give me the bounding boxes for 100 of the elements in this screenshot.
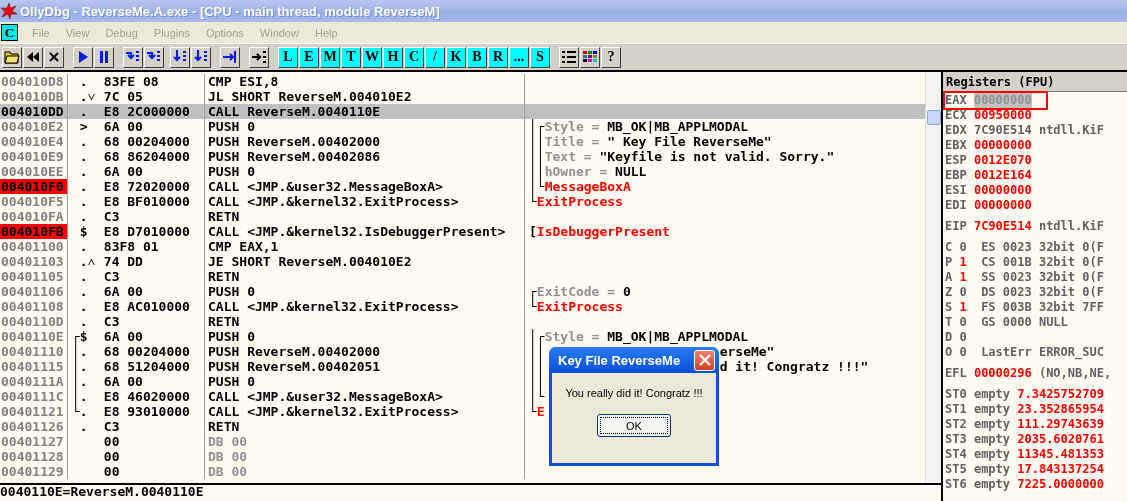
pause-button[interactable]: [94, 46, 114, 68]
flag-value[interactable]: 0: [959, 315, 967, 330]
flag-value[interactable]: 0: [959, 285, 967, 300]
selected-row[interactable]: 004010DD . E8 2C000000 CALL ReverseM.0040110E: [0, 104, 925, 119]
jump-mark: .˅: [79, 89, 96, 104]
register-name: ST0: [945, 387, 967, 402]
register-value[interactable]: 0012E070: [973, 153, 1032, 168]
restart-button[interactable]: [23, 46, 43, 68]
arrow-bar-icon: [222, 50, 238, 64]
hex-cell: 68 00204000: [103, 134, 190, 149]
param-value: MB_OK|MB_APPLMODAL: [607, 119, 749, 134]
param-label: ExitCode =: [536, 284, 616, 299]
letter-button[interactable]: H: [383, 46, 403, 68]
jump-mark: .: [79, 149, 88, 164]
instruction-cell: CMP EAX,1: [208, 239, 279, 254]
register-value[interactable]: 00000000: [973, 183, 1032, 198]
register-value[interactable]: 00000296: [973, 366, 1032, 381]
trace-button[interactable]: [191, 46, 211, 68]
hex-cell: 83FE 08: [103, 74, 159, 89]
list-button[interactable]: [559, 46, 579, 68]
return-button[interactable]: [220, 46, 240, 68]
color-grid-button[interactable]: [580, 46, 600, 68]
flag-value[interactable]: 1: [959, 300, 967, 315]
flag-name: S: [945, 300, 953, 315]
letter-button[interactable]: M: [320, 46, 340, 68]
letter-button[interactable]: K: [446, 46, 466, 68]
hex-cell: 00: [103, 434, 120, 449]
jump-mark: .: [79, 134, 88, 149]
letter-button[interactable]: S: [530, 46, 550, 68]
register-tag: empty: [973, 402, 1011, 417]
close-button[interactable]: [44, 46, 64, 68]
hex-cell: E8 93010000: [103, 404, 190, 419]
register-value[interactable]: 0012E164: [973, 168, 1032, 183]
ok-button[interactable]: OK: [597, 414, 671, 437]
address-cell: 004010DD: [0, 104, 68, 119]
register-value[interactable]: 7C90E514: [973, 123, 1032, 138]
hex-cell: E8 46020000: [103, 389, 190, 404]
instruction-cell: JE SHORT ReverseM.004010E2: [208, 254, 412, 269]
instruction-cell: CALL <JMP.&kernel32.ExitProcess>: [208, 299, 459, 314]
letter-button[interactable]: B: [467, 46, 487, 68]
hex-cell: C3: [103, 209, 120, 224]
function-name: ExitProcess: [536, 194, 623, 209]
step-button[interactable]: [144, 46, 164, 68]
param-label: Title =: [544, 134, 600, 149]
run-button[interactable]: [73, 46, 93, 68]
register-value: 11345.481353: [1017, 447, 1104, 462]
register-value[interactable]: 00950000: [973, 108, 1032, 123]
address-cell: 004010E9: [0, 149, 68, 164]
segment-info: 32bit 0(F: [1038, 270, 1104, 285]
jump-mark: .: [79, 74, 88, 89]
child-window-icon[interactable]: C: [1, 24, 18, 41]
letter-button[interactable]: E: [299, 46, 319, 68]
instruction-cell: JL SHORT ReverseM.004010E2: [208, 89, 412, 104]
register-value[interactable]: 00000000: [973, 138, 1032, 153]
letter-button[interactable]: T: [341, 46, 361, 68]
open-folder-button[interactable]: [2, 46, 22, 68]
letter-button[interactable]: R: [488, 46, 508, 68]
letter-button[interactable]: C: [404, 46, 424, 68]
function-name: MessageBoxA: [544, 179, 631, 194]
folder-icon: [4, 50, 20, 64]
register-name: ST3: [945, 432, 967, 447]
segment-info: 32bit 7FF: [1038, 300, 1104, 315]
flag-value[interactable]: 0: [959, 345, 967, 360]
letter-button[interactable]: W: [362, 46, 382, 68]
instruction-cell: RETN: [208, 314, 240, 329]
flag-value[interactable]: 0: [959, 330, 967, 345]
register-name: ECX: [945, 108, 967, 123]
down-arrow-dots-icon: [172, 50, 188, 64]
register-name: EBP: [945, 168, 967, 183]
instruction-cell: CALL <JMP.&user32.MessageBoxA>: [208, 179, 443, 194]
comment-bracket: ││: [529, 344, 545, 359]
help-button[interactable]: ?: [601, 46, 621, 68]
comment-bracket: │└: [529, 179, 545, 194]
flag-value[interactable]: 0: [959, 240, 967, 255]
window-title: OllyDbg - ReverseMe.A.exe - [CPU - main thread, module ReverseM]: [20, 3, 440, 19]
flag-value[interactable]: 1: [959, 270, 967, 285]
instruction-cell: PUSH 0: [208, 119, 255, 134]
register-name: ST1: [945, 402, 967, 417]
scrollbar-thumb[interactable]: [927, 110, 941, 125]
register-value[interactable]: 7C90E514: [973, 219, 1032, 234]
letter-button[interactable]: /: [425, 46, 445, 68]
comment-bracket: [: [529, 224, 537, 239]
register-note: (NO,NB,NE,: [1038, 366, 1112, 381]
jump-mark: .: [79, 104, 88, 119]
letter-button[interactable]: L: [278, 46, 298, 68]
register-tag: empty: [973, 447, 1011, 462]
param-value: 0: [622, 284, 631, 299]
register-value[interactable]: 00000000: [973, 198, 1032, 213]
jump-mark: .: [79, 374, 88, 389]
letter-button[interactable]: ...: [509, 46, 529, 68]
flag-value[interactable]: 1: [959, 255, 967, 270]
address-cell: 00401128: [0, 449, 68, 464]
step-button[interactable]: [123, 46, 143, 68]
goto-button[interactable]: [249, 46, 269, 68]
instruction-cell: CALL <JMP.&kernel32.ExitProcess>: [208, 194, 459, 209]
jump-mark: .: [79, 404, 88, 419]
comment-bracket: ││: [529, 359, 545, 374]
segment-name: DS: [981, 285, 996, 300]
trace-button[interactable]: [170, 46, 190, 68]
instruction-cell: RETN: [208, 269, 240, 284]
